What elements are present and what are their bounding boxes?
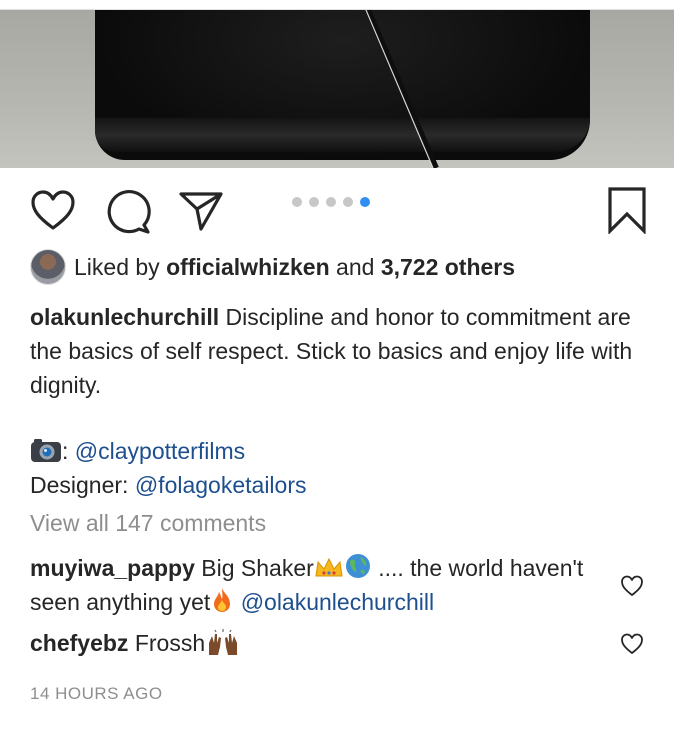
paper-plane-icon[interactable] [178,190,224,232]
liked-by-prefix: Liked by [74,253,160,280]
liked-by-user[interactable]: officialwhizken [166,254,330,281]
carousel-dot [326,197,336,207]
designer-credit-handle[interactable]: @folagoketailors [135,472,307,498]
raised-hands-emoji-icon [209,629,238,655]
speech-bubble-icon[interactable] [104,188,152,234]
comment-username[interactable]: muyiwa_pappy [30,555,195,581]
view-all-comments-link[interactable]: View all 147 comments [30,510,266,537]
photo-credit-prefix: : [62,438,69,464]
likes-summary[interactable]: Liked by officialwhizken and 3,722 other… [30,249,515,285]
post-timestamp: 14 HOURS AGO [30,684,163,703]
comment-text: Frossh [134,630,206,656]
comment-like-icon[interactable] [620,633,644,655]
cane-shape [365,10,439,168]
liked-by-and: and [336,253,375,280]
post-caption: olakunlechurchill Discipline and honor t… [30,300,650,402]
photo-credit-line: : @claypotterfilms [30,434,650,468]
carousel-dot [343,197,353,207]
camera-emoji-icon [31,439,61,462]
avatar[interactable] [30,249,66,285]
liked-by-others[interactable]: 3,722 others [381,254,515,281]
carousel-dot [309,197,319,207]
crown-emoji-icon [315,557,343,577]
comment-mention[interactable]: @olakunlechurchill [241,589,434,615]
caption-username[interactable]: olakunlechurchill [30,304,219,330]
designer-credit-line: Designer: @folagoketailors [30,468,650,502]
post-image[interactable] [0,10,674,168]
designer-credit-label: Designer: [30,472,129,498]
comment-username[interactable]: chefyebz [30,630,128,656]
comment-item: chefyebz Frossh [30,626,600,660]
carousel-dots [292,197,370,207]
comment-text: Big Shaker [201,555,314,581]
carousel-dot-active [360,197,370,207]
post-credits: : @claypotterfilms Designer: @folagoketa… [30,434,650,502]
comment-item: muyiwa_pappy Big Shaker .... the world h… [30,551,600,619]
comment-like-icon[interactable] [620,575,644,597]
carousel-dot [292,197,302,207]
bookmark-icon[interactable] [606,186,648,234]
heart-outline-icon[interactable] [30,190,76,232]
globe-emoji-icon [345,554,370,578]
fire-emoji-icon [214,588,231,612]
photo-credit-handle[interactable]: @claypotterfilms [75,438,245,464]
top-divider [0,0,674,10]
